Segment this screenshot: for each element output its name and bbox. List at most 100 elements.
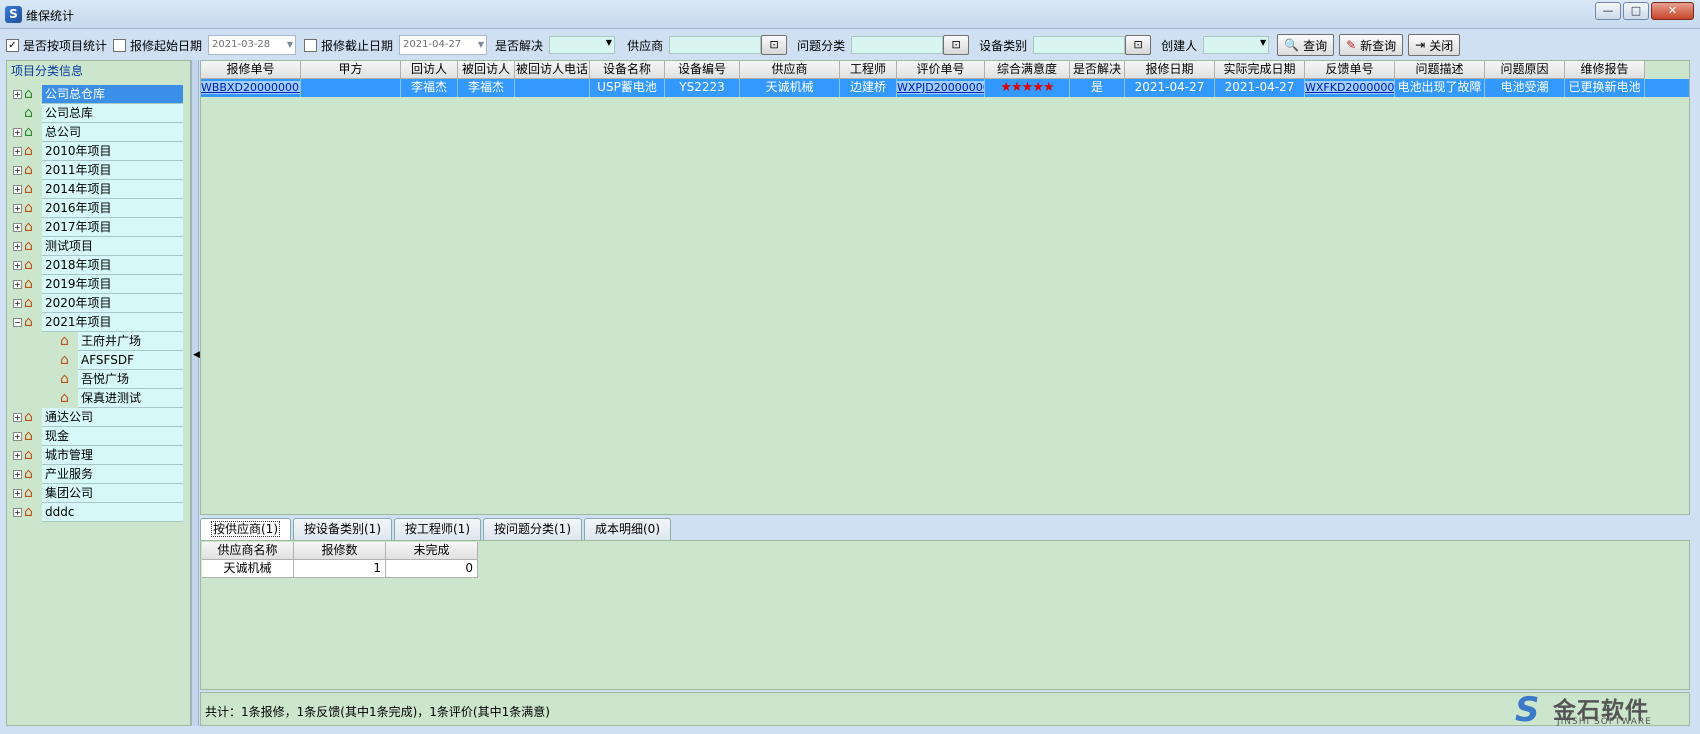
tree-item[interactable]: + ⌂ 2016年项目 [7, 199, 183, 218]
expand-icon[interactable]: + [13, 90, 22, 99]
column-header[interactable]: 综合满意度 [985, 61, 1070, 79]
tree-item[interactable]: + ⌂ 现金 [7, 427, 183, 446]
minimize-button[interactable]: — [1595, 2, 1621, 20]
tree-item-label: 2018年项目 [42, 256, 183, 275]
tree-item[interactable]: + ⌂ 公司总仓库 [7, 85, 183, 104]
category-field[interactable] [851, 36, 944, 54]
expand-icon[interactable]: + [13, 413, 22, 422]
column-header[interactable]: 供应商名称 [202, 542, 294, 560]
tab[interactable]: 按供应商(1) [200, 518, 291, 540]
tree-item[interactable]: + ⌂ 2014年项目 [7, 180, 183, 199]
tree-item-label: 城市管理 [42, 446, 183, 465]
collapse-left-icon[interactable]: ◀ [193, 350, 200, 360]
expand-icon[interactable]: + [13, 223, 22, 232]
tree-item[interactable]: + ⌂ 测试项目 [7, 237, 183, 256]
query-button[interactable]: 🔍 查询 [1277, 34, 1335, 56]
end-date-checkbox[interactable] [304, 38, 318, 52]
expand-icon[interactable]: + [13, 242, 22, 251]
start-date-picker[interactable]: 2021-03-28 ▼ [208, 35, 297, 55]
record-link[interactable]: WXFKD200000001 [1305, 81, 1394, 94]
column-header[interactable]: 甲方 [301, 61, 401, 79]
tree-item[interactable]: ⌂ 保真进测试 [7, 389, 183, 408]
tree-item[interactable]: + ⌂ 集团公司 [7, 484, 183, 503]
column-header[interactable]: 被回访人电话 [515, 61, 590, 79]
tree-item[interactable]: + ⌂ 总公司 [7, 123, 183, 142]
tree-item[interactable]: + ⌂ 2019年项目 [7, 275, 183, 294]
expand-icon[interactable]: + [13, 508, 22, 517]
filter-toolbar: ✓ 是否按项目统计 报修起始日期 2021-03-28 ▼ 报修截止日期 2021… [6, 32, 1694, 58]
expand-icon[interactable]: + [13, 489, 22, 498]
expand-icon[interactable]: + [13, 261, 22, 270]
record-link[interactable]: WBBXD200000001 [201, 81, 300, 94]
maximize-button[interactable]: □ [1623, 2, 1649, 20]
expand-icon[interactable]: + [13, 204, 22, 213]
expand-icon[interactable]: + [13, 166, 22, 175]
record-link[interactable]: WXPJD200000001 [897, 81, 984, 94]
expand-icon[interactable]: + [13, 185, 22, 194]
column-header[interactable]: 问题原因 [1485, 61, 1565, 79]
column-header[interactable]: 评价单号 [897, 61, 985, 79]
tree-item[interactable]: + ⌂ dddc [7, 503, 183, 522]
tree-item[interactable]: + ⌂ 2010年项目 [7, 142, 183, 161]
expand-icon[interactable]: + [13, 147, 22, 156]
tree-item[interactable]: ⌂ 吾悦广场 [7, 370, 183, 389]
expand-icon[interactable]: + [13, 432, 22, 441]
tree-item[interactable]: + ⌂ 2017年项目 [7, 218, 183, 237]
tree-item[interactable]: + ⌂ 2011年项目 [7, 161, 183, 180]
table-row[interactable]: WBBXD200000001 李福杰 李福杰 USP蓄电池 YS2223 天诚机械 边建桥 W… [201, 79, 1689, 97]
column-header[interactable]: 实际完成日期 [1215, 61, 1305, 79]
expand-icon[interactable]: + [13, 128, 22, 137]
column-header[interactable]: 被回访人 [458, 61, 515, 79]
supplier-field[interactable] [669, 36, 762, 54]
close-window-button[interactable]: ✕ [1651, 2, 1694, 20]
tab[interactable]: 成本明细(0) [584, 518, 671, 540]
expand-icon[interactable]: + [13, 280, 22, 289]
collapse-icon[interactable]: − [13, 318, 22, 327]
tree-item[interactable]: + ⌂ 产业服务 [7, 465, 183, 484]
column-header[interactable]: 设备名称 [590, 61, 665, 79]
column-header[interactable]: 反馈单号 [1305, 61, 1395, 79]
category-lookup-button[interactable]: ⊡ [943, 35, 970, 55]
new-query-button[interactable]: ✎ 新查询 [1339, 34, 1404, 56]
tree-item[interactable]: ⌂ 王府井广场 [7, 332, 183, 351]
column-header[interactable]: 设备编号 [665, 61, 740, 79]
supplier-lookup-button[interactable]: ⊡ [761, 35, 788, 55]
expand-icon[interactable]: + [13, 470, 22, 479]
table-row[interactable]: 天诚机械 1 0 [202, 560, 1688, 578]
column-header[interactable]: 是否解决 [1070, 61, 1125, 79]
by-project-checkbox[interactable]: ✓ [6, 38, 19, 52]
supplier-label: 供应商 [627, 38, 664, 53]
column-header[interactable]: 工程师 [840, 61, 897, 79]
project-sidebar: 项目分类信息 + ⌂ 公司总仓库 ⌂ 公司总库 + ⌂ 总公司 + ⌂ 2010年项目 + ⌂ 2011年… [6, 60, 191, 726]
tab[interactable]: 按设备类别(1) [293, 518, 392, 540]
close-button[interactable]: ⇥ 关闭 [1408, 34, 1461, 56]
sidebar-splitter[interactable]: ◀ [191, 60, 200, 726]
tree-item-label: 2017年项目 [42, 218, 183, 237]
tab[interactable]: 按工程师(1) [394, 518, 481, 540]
tree-item[interactable]: + ⌂ 2020年项目 [7, 294, 183, 313]
column-header[interactable]: 回访人 [401, 61, 458, 79]
column-header[interactable]: 供应商 [740, 61, 840, 79]
tree-item-label: 公司总仓库 [42, 85, 183, 104]
tree-item[interactable]: − ⌂ 2021年项目 [7, 313, 183, 332]
expand-icon[interactable]: + [13, 299, 22, 308]
column-header[interactable]: 未完成 [386, 542, 478, 560]
column-header[interactable]: 问题描述 [1395, 61, 1485, 79]
column-header[interactable]: 维修报告 [1565, 61, 1645, 79]
device-type-lookup-button[interactable]: ⊡ [1125, 35, 1152, 55]
tree-item[interactable]: ⌂ AFSFSDF [7, 351, 183, 370]
device-type-field[interactable] [1033, 36, 1126, 54]
column-header[interactable]: 报修单号 [201, 61, 301, 79]
start-date-checkbox[interactable] [113, 38, 127, 52]
resolved-select[interactable]: ▼ [549, 36, 616, 54]
tree-item[interactable]: + ⌂ 2018年项目 [7, 256, 183, 275]
tree-item[interactable]: ⌂ 公司总库 [7, 104, 183, 123]
column-header[interactable]: 报修日期 [1125, 61, 1215, 79]
column-header[interactable]: 报修数 [294, 542, 386, 560]
end-date-picker[interactable]: 2021-04-27 ▼ [399, 35, 488, 55]
tree-item[interactable]: + ⌂ 城市管理 [7, 446, 183, 465]
expand-icon[interactable]: + [13, 451, 22, 460]
tree-item[interactable]: + ⌂ 通达公司 [7, 408, 183, 427]
creator-select[interactable]: ▼ [1203, 36, 1270, 54]
tab[interactable]: 按问题分类(1) [483, 518, 582, 540]
